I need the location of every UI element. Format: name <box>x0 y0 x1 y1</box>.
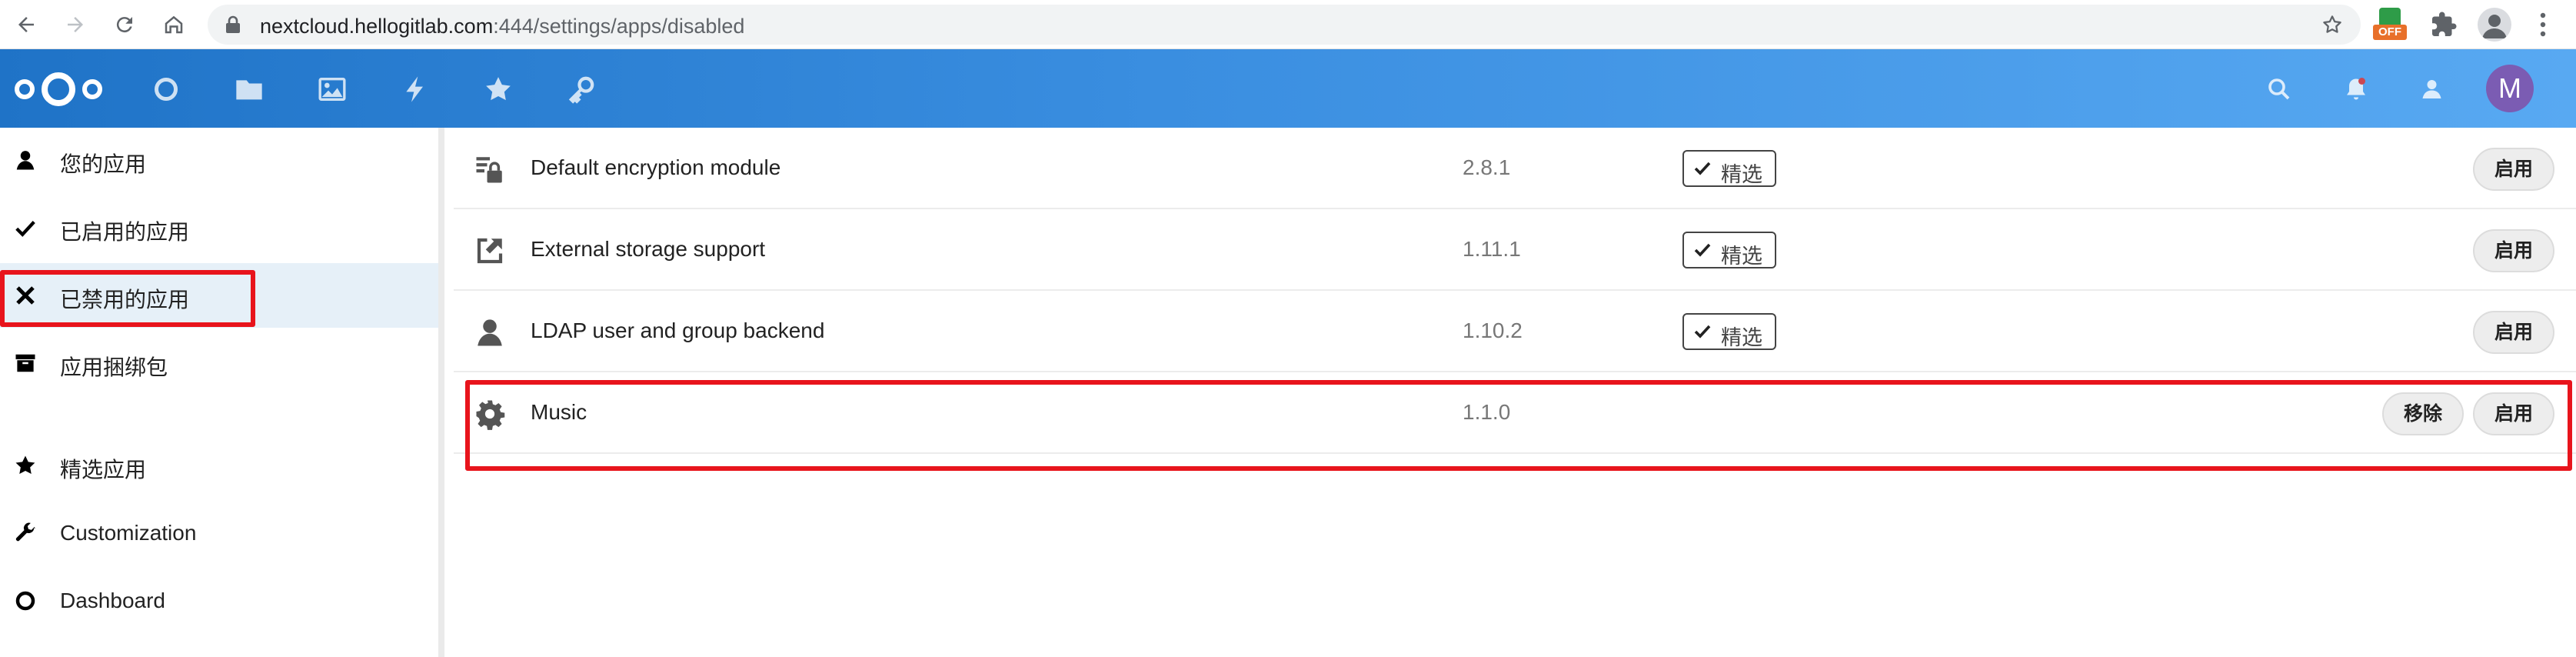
featured-badge: 精选 <box>1682 150 1776 187</box>
sidebar-item-your-apps[interactable]: 您的应用 <box>0 128 438 192</box>
sidebar-item-label: 您的应用 <box>60 152 147 176</box>
enable-button[interactable]: 启用 <box>2473 148 2554 191</box>
sidebar-item-featured-apps[interactable]: 精选应用 <box>0 433 438 498</box>
sidebar-item-app-bundles[interactable]: 应用捆绑包 <box>0 331 438 395</box>
featured-badge-label: 精选 <box>1721 163 1762 186</box>
extension-off-label: OFF <box>2373 25 2407 40</box>
contacts-icon <box>2422 80 2441 98</box>
star-icon <box>14 454 37 477</box>
sidebar-item-enabled-apps[interactable]: 已启用的应用 <box>0 195 438 260</box>
arrow-right-icon <box>68 17 83 32</box>
notifications-button[interactable] <box>2338 71 2375 108</box>
browser-profile-avatar[interactable] <box>2478 8 2511 42</box>
lock-icon <box>226 15 240 33</box>
user-icon <box>14 148 37 172</box>
annotation-highlight-sidebar <box>0 270 255 327</box>
home-button[interactable] <box>157 8 191 42</box>
app-categories-sidebar: 您的应用 已启用的应用 已禁用的应用 应用捆绑包 精选应用 Customizat… <box>0 128 444 657</box>
star-icon <box>486 77 511 101</box>
extension-off-icon[interactable]: OFF <box>2373 8 2407 42</box>
photos-app-button[interactable] <box>314 71 351 108</box>
sidebar-item-label: Customization <box>60 521 197 545</box>
annotation-highlight-music-row <box>465 380 2572 471</box>
extension-off-top <box>2379 8 2401 25</box>
dashboard-app-button[interactable] <box>148 71 185 108</box>
featured-badge-label: 精选 <box>1721 245 1762 268</box>
nextcloud-header: M <box>0 49 2576 128</box>
arrow-left-icon <box>18 17 34 32</box>
files-app-button[interactable] <box>231 71 268 108</box>
app-name: Default encryption module <box>531 155 781 179</box>
search-button[interactable] <box>2261 71 2298 108</box>
lightning-icon <box>406 76 423 102</box>
user-icon <box>474 316 506 349</box>
app-row-external-storage: External storage support 1.11.1 精选 启用 <box>454 209 2576 291</box>
reload-button[interactable] <box>108 8 141 42</box>
sidebar-item-dashboard[interactable]: Dashboard <box>0 569 438 633</box>
search-icon <box>2268 78 2290 100</box>
app-row-ldap: LDAP user and group backend 1.10.2 精选 启用 <box>454 291 2576 372</box>
app-row-default-encryption: Default encryption module 2.8.1 精选 启用 <box>454 128 2576 209</box>
nextcloud-logo[interactable] <box>11 68 106 111</box>
sidebar-item-label: 应用捆绑包 <box>60 355 168 379</box>
folder-icon <box>236 80 262 100</box>
encryption-icon <box>474 153 506 185</box>
featured-badge: 精选 <box>1682 313 1776 350</box>
enable-button[interactable]: 启用 <box>2473 311 2554 354</box>
url-text: nextcloud.hellogitlab.com:444/settings/a… <box>260 15 745 38</box>
activity-app-button[interactable] <box>397 71 434 108</box>
external-link-icon <box>474 235 506 267</box>
circle-icon <box>14 589 37 612</box>
dashboard-circle-icon <box>155 78 178 101</box>
profile-icon <box>2482 15 2507 38</box>
featured-badge-label: 精选 <box>1721 326 1762 349</box>
back-button[interactable] <box>9 8 43 42</box>
featured-badge: 精选 <box>1682 232 1776 268</box>
favorites-app-button[interactable] <box>480 71 517 108</box>
puzzle-icon[interactable] <box>2430 11 2458 38</box>
check-icon <box>1694 243 1711 257</box>
app-version: 1.11.1 <box>1463 237 1521 261</box>
home-icon <box>165 15 183 34</box>
check-icon <box>1694 162 1711 175</box>
check-icon <box>14 216 37 239</box>
bookmark-star-icon[interactable] <box>2321 13 2344 36</box>
check-icon <box>1694 325 1711 339</box>
forward-button[interactable] <box>58 8 92 42</box>
sidebar-item-label: Dashboard <box>60 589 165 612</box>
wrench-icon <box>14 522 37 545</box>
app-name: LDAP user and group backend <box>531 318 825 342</box>
passwords-app-button[interactable] <box>563 71 600 108</box>
reload-icon <box>116 17 132 33</box>
key-icon <box>568 76 594 104</box>
archive-icon <box>14 352 37 375</box>
sidebar-item-label: 精选应用 <box>60 458 147 482</box>
app-version: 2.8.1 <box>1463 155 1511 179</box>
app-version: 1.10.2 <box>1463 318 1523 342</box>
image-icon <box>318 78 346 101</box>
more-vert-icon[interactable] <box>2531 9 2554 40</box>
contacts-button[interactable] <box>2415 71 2451 108</box>
enable-button[interactable]: 启用 <box>2473 229 2554 272</box>
address-bar[interactable]: nextcloud.hellogitlab.com:444/settings/a… <box>208 5 2361 45</box>
sidebar-item-customization[interactable]: Customization <box>0 501 438 565</box>
user-avatar[interactable]: M <box>2486 65 2534 112</box>
bell-icon <box>2347 78 2365 100</box>
app-name: External storage support <box>531 237 766 261</box>
sidebar-item-label: 已启用的应用 <box>60 220 190 244</box>
browser-toolbar: nextcloud.hellogitlab.com:444/settings/a… <box>0 0 2576 49</box>
